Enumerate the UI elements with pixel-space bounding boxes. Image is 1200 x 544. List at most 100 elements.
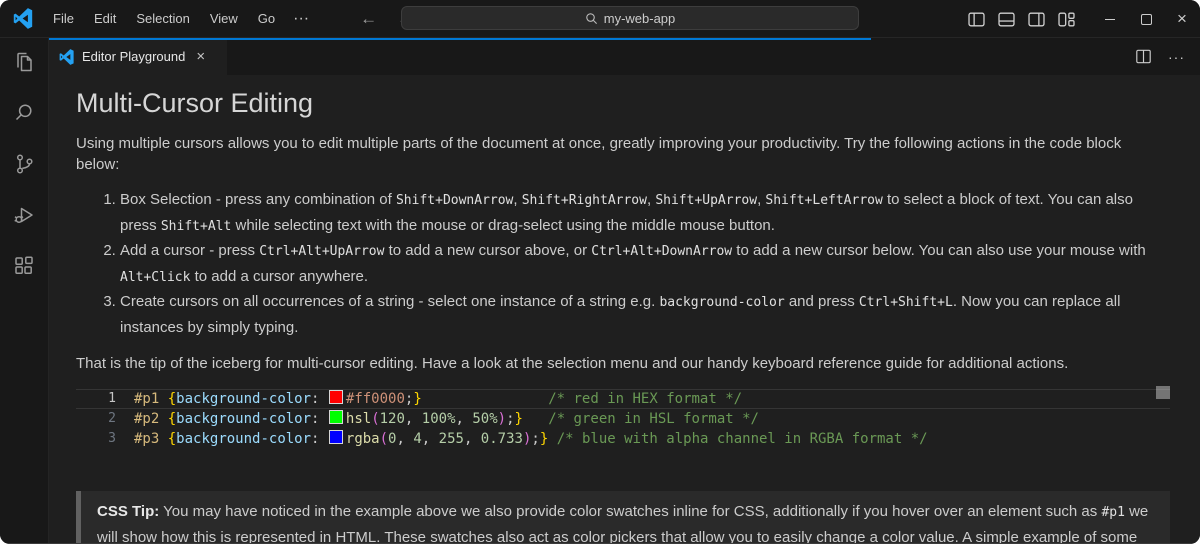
seg-code: Shift+UpArrow <box>655 193 757 208</box>
menu-view[interactable]: View <box>201 7 247 30</box>
seg-code: Shift+DownArrow <box>396 193 513 208</box>
tab-bar: Editor Playground × ··· <box>49 38 1200 75</box>
embedded-code-editor[interactable]: 1#p1 {background-color: #ff0000;} /* red… <box>76 386 1170 476</box>
token-punct: , <box>464 431 481 447</box>
token-plain <box>523 411 548 427</box>
toggle-sidebar-right-icon[interactable] <box>1027 10 1046 29</box>
token-fn: hsl <box>346 411 371 427</box>
token-comment: /* green in HSL format */ <box>548 411 759 427</box>
seg-text: Create cursors on all occurrences of a s… <box>120 293 659 310</box>
search-value: my-web-app <box>604 11 676 26</box>
token-num: 4 <box>413 431 421 447</box>
source-control-icon[interactable] <box>12 152 36 176</box>
split-editor-icon[interactable] <box>1135 48 1152 65</box>
token-num: 100% <box>422 411 456 427</box>
minimize-button[interactable] <box>1092 0 1128 38</box>
titlebar-right: × <box>967 0 1200 38</box>
token-prop: background-color <box>176 431 311 447</box>
scrollbar-thumb[interactable] <box>1156 386 1170 399</box>
seg-text: to add a new cursor below. You can also … <box>732 242 1146 259</box>
toggle-sidebar-left-icon[interactable] <box>967 10 986 29</box>
token-val: #ff0000 <box>346 391 405 407</box>
seg-text: You may have noticed in the example abov… <box>159 503 1101 520</box>
code-text: #p2 {background-color: hsl(120, 100%, 50… <box>116 409 759 429</box>
seg-text: while selecting text with the mouse or d… <box>231 217 775 234</box>
back-icon[interactable]: ← <box>360 9 377 29</box>
token-num: 120 <box>380 411 405 427</box>
code-line[interactable]: 1#p1 {background-color: #ff0000;} /* red… <box>76 389 1170 409</box>
minimize-icon <box>1105 19 1115 20</box>
progress-bar <box>49 38 871 40</box>
token-plain <box>422 391 548 407</box>
color-swatch[interactable] <box>329 430 343 444</box>
seg-text: That is the tip of the iceberg for multi… <box>76 355 1068 372</box>
seg-code: Shift+RightArrow <box>522 193 647 208</box>
menu-selection[interactable]: Selection <box>127 7 198 30</box>
extensions-icon[interactable] <box>12 254 36 278</box>
token-sel: #p1 <box>134 391 159 407</box>
token-punct: : <box>311 431 328 447</box>
seg-code: #p1 <box>1101 505 1124 520</box>
code-text: #p3 {background-color: rgba(0, 4, 255, 0… <box>116 429 928 449</box>
close-icon: × <box>1177 9 1187 29</box>
token-brace: } <box>515 411 523 427</box>
color-swatch[interactable] <box>329 410 343 424</box>
maximize-button[interactable] <box>1128 0 1164 38</box>
tab-editor-playground[interactable]: Editor Playground × <box>49 38 227 75</box>
tab-label: Editor Playground <box>82 49 185 64</box>
seg-code: Alt+Click <box>120 270 190 285</box>
run-debug-icon[interactable] <box>12 203 36 227</box>
token-prop: background-color <box>176 411 311 427</box>
code-line[interactable]: 2#p2 {background-color: hsl(120, 100%, 5… <box>76 409 1170 429</box>
token-brace: } <box>413 391 421 407</box>
seg-bold: CSS Tip: <box>97 503 159 520</box>
token-sel: #p2 <box>134 411 159 427</box>
token-brace: { <box>168 391 176 407</box>
token-plain <box>159 411 167 427</box>
token-sel: #p3 <box>134 431 159 447</box>
token-plain <box>548 431 556 447</box>
token-num: 50% <box>472 411 497 427</box>
css-tip-note: CSS Tip: You may have noticed in the exa… <box>76 491 1170 543</box>
line-number: 2 <box>76 409 116 429</box>
more-actions-icon[interactable]: ··· <box>1168 49 1185 65</box>
token-paren: ( <box>371 411 379 427</box>
token-fn: rgba <box>346 431 380 447</box>
editor-actions: ··· <box>1135 38 1200 75</box>
token-paren: ( <box>380 431 388 447</box>
seg-code: background-color <box>659 295 784 310</box>
token-comment: /* blue with alpha channel in RGBA forma… <box>557 431 928 447</box>
token-punct: ; <box>506 411 514 427</box>
token-brace: { <box>168 431 176 447</box>
search-view-icon[interactable] <box>12 101 36 125</box>
token-comment: /* red in HEX format */ <box>548 391 742 407</box>
seg-code: Ctrl+Alt+UpArrow <box>259 244 384 259</box>
token-punct: , <box>396 431 413 447</box>
token-num: 255 <box>439 431 464 447</box>
menu-go[interactable]: Go <box>249 7 284 30</box>
seg-code: Ctrl+Shift+L <box>859 295 953 310</box>
tab-vscode-icon <box>59 49 75 65</box>
menu-file[interactable]: File <box>44 7 83 30</box>
color-swatch[interactable] <box>329 390 343 404</box>
seg-code: Ctrl+Alt+DownArrow <box>591 244 732 259</box>
toggle-panel-bottom-icon[interactable] <box>997 10 1016 29</box>
explorer-icon[interactable] <box>12 50 36 74</box>
close-button[interactable]: × <box>1164 0 1200 38</box>
line-number: 3 <box>76 429 116 449</box>
page-title: Multi-Cursor Editing <box>76 88 1170 119</box>
menu-edit[interactable]: Edit <box>85 7 125 30</box>
seg-text: to add a cursor anywhere. <box>190 268 368 285</box>
tab-close-icon[interactable]: × <box>196 49 205 64</box>
token-plain <box>159 431 167 447</box>
title-bar: FileEditSelectionViewGo ··· ← → my-web-a… <box>0 0 1200 38</box>
customize-layout-icon[interactable] <box>1057 10 1076 29</box>
vscode-logo-icon <box>13 8 34 29</box>
code-line[interactable]: 3#p3 {background-color: rgba(0, 4, 255, … <box>76 429 1170 449</box>
more-menu-button[interactable]: ··· <box>284 6 318 32</box>
seg-text: , <box>513 191 521 208</box>
editor-content: Multi-Cursor Editing Using multiple curs… <box>49 75 1200 543</box>
command-center-search[interactable]: my-web-app <box>401 6 859 30</box>
editor-group: Editor Playground × ··· Multi-Cursor Edi… <box>49 38 1200 543</box>
seg-text: and press <box>785 293 859 310</box>
